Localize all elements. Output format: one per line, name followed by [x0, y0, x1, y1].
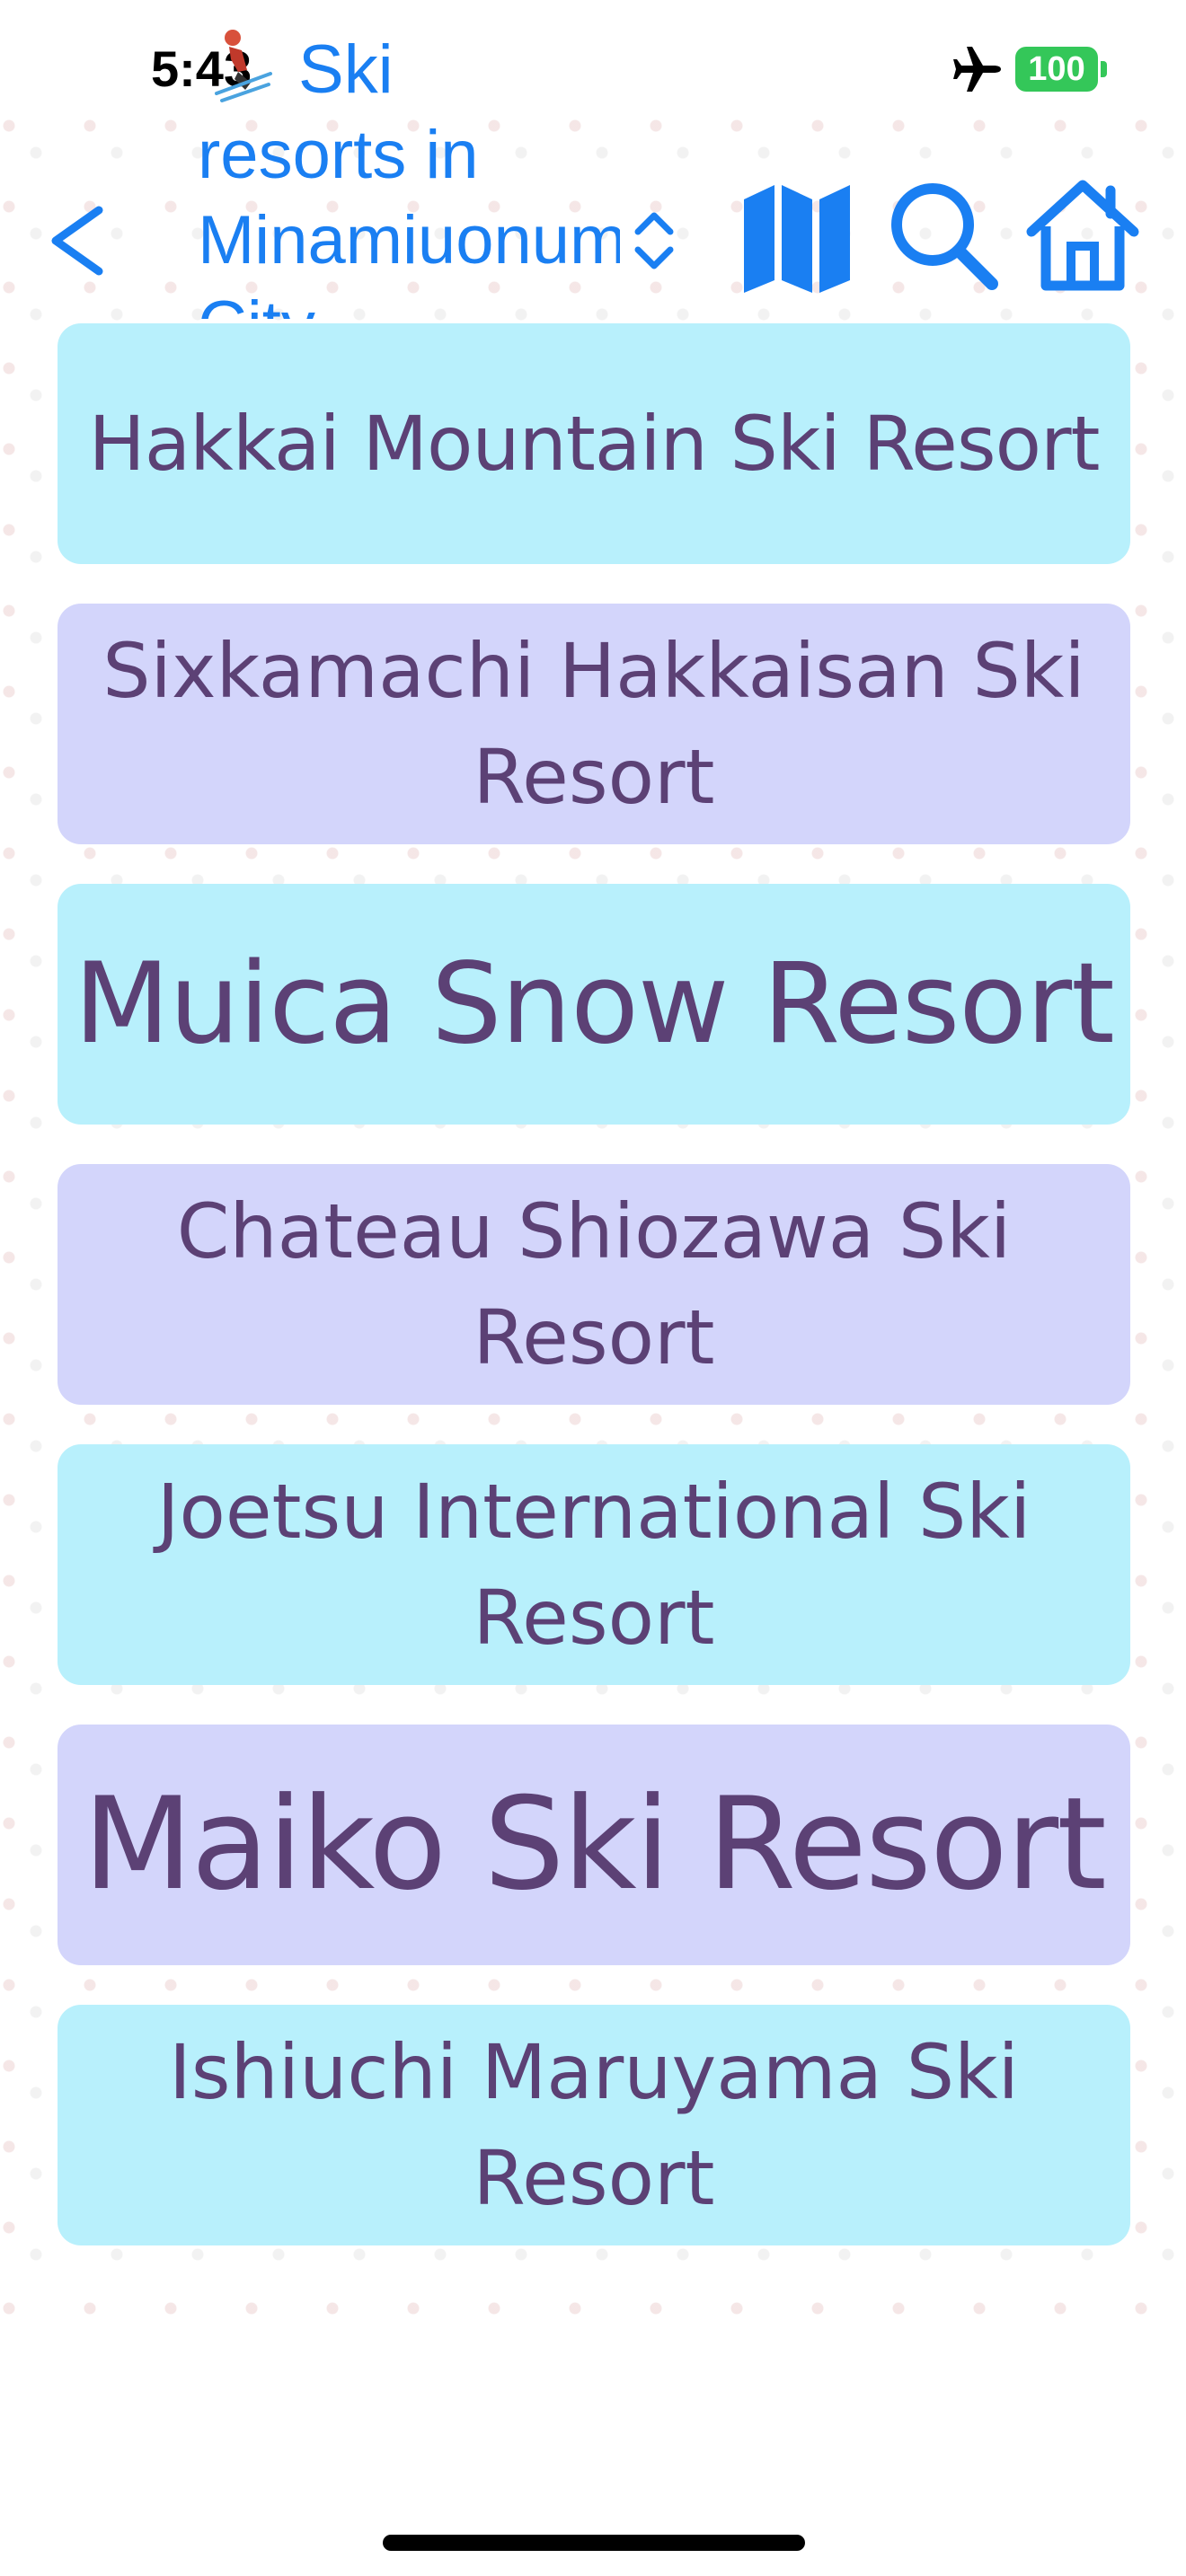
resort-item[interactable]: Hakkai Mountain Ski Resort	[58, 323, 1130, 564]
resort-item[interactable]: Maiko Ski Resort	[58, 1725, 1130, 1965]
chevron-up-down-icon[interactable]	[629, 205, 679, 277]
resort-name: Chateau Shiozawa Ski Resort	[176, 1187, 1012, 1381]
resort-item[interactable]: Muica Snow Resort	[58, 884, 1130, 1125]
airplane-icon	[953, 47, 1001, 92]
resort-name: Joetsu International Ski Resort	[156, 1468, 1031, 1662]
map-icon[interactable]	[737, 180, 858, 296]
resort-item[interactable]: Ishiuchi Maruyama Ski Resort	[58, 2005, 1130, 2245]
home-indicator[interactable]	[383, 2535, 805, 2551]
battery-cap	[1101, 61, 1107, 77]
skier-icon	[215, 30, 272, 102]
battery-indicator: 100	[1015, 47, 1098, 92]
resort-item[interactable]: Chateau Shiozawa Ski Resort	[58, 1164, 1130, 1405]
resort-name: Sixkamachi Hakkaisan Ski Resort	[102, 627, 1085, 821]
resort-name: Muica Snow Resort	[74, 940, 1115, 1069]
resort-name: Hakkai Mountain Ski Resort	[88, 400, 1101, 488]
resort-item[interactable]: Sixkamachi Hakkaisan Ski Resort	[58, 604, 1130, 844]
resort-name: Ishiuchi Maruyama Ski Resort	[168, 2028, 1020, 2222]
resort-item[interactable]: Joetsu International Ski Resort	[58, 1444, 1130, 1685]
resort-list: Hakkai Mountain Ski Resort Sixkamachi Ha…	[58, 323, 1130, 2285]
resort-name: Maiko Ski Resort	[83, 1770, 1107, 1919]
search-icon[interactable]	[884, 176, 1001, 293]
chevron-left-icon[interactable]	[43, 203, 115, 278]
status-bar: 5:43 100	[0, 0, 1186, 135]
home-icon[interactable]	[1024, 176, 1141, 293]
